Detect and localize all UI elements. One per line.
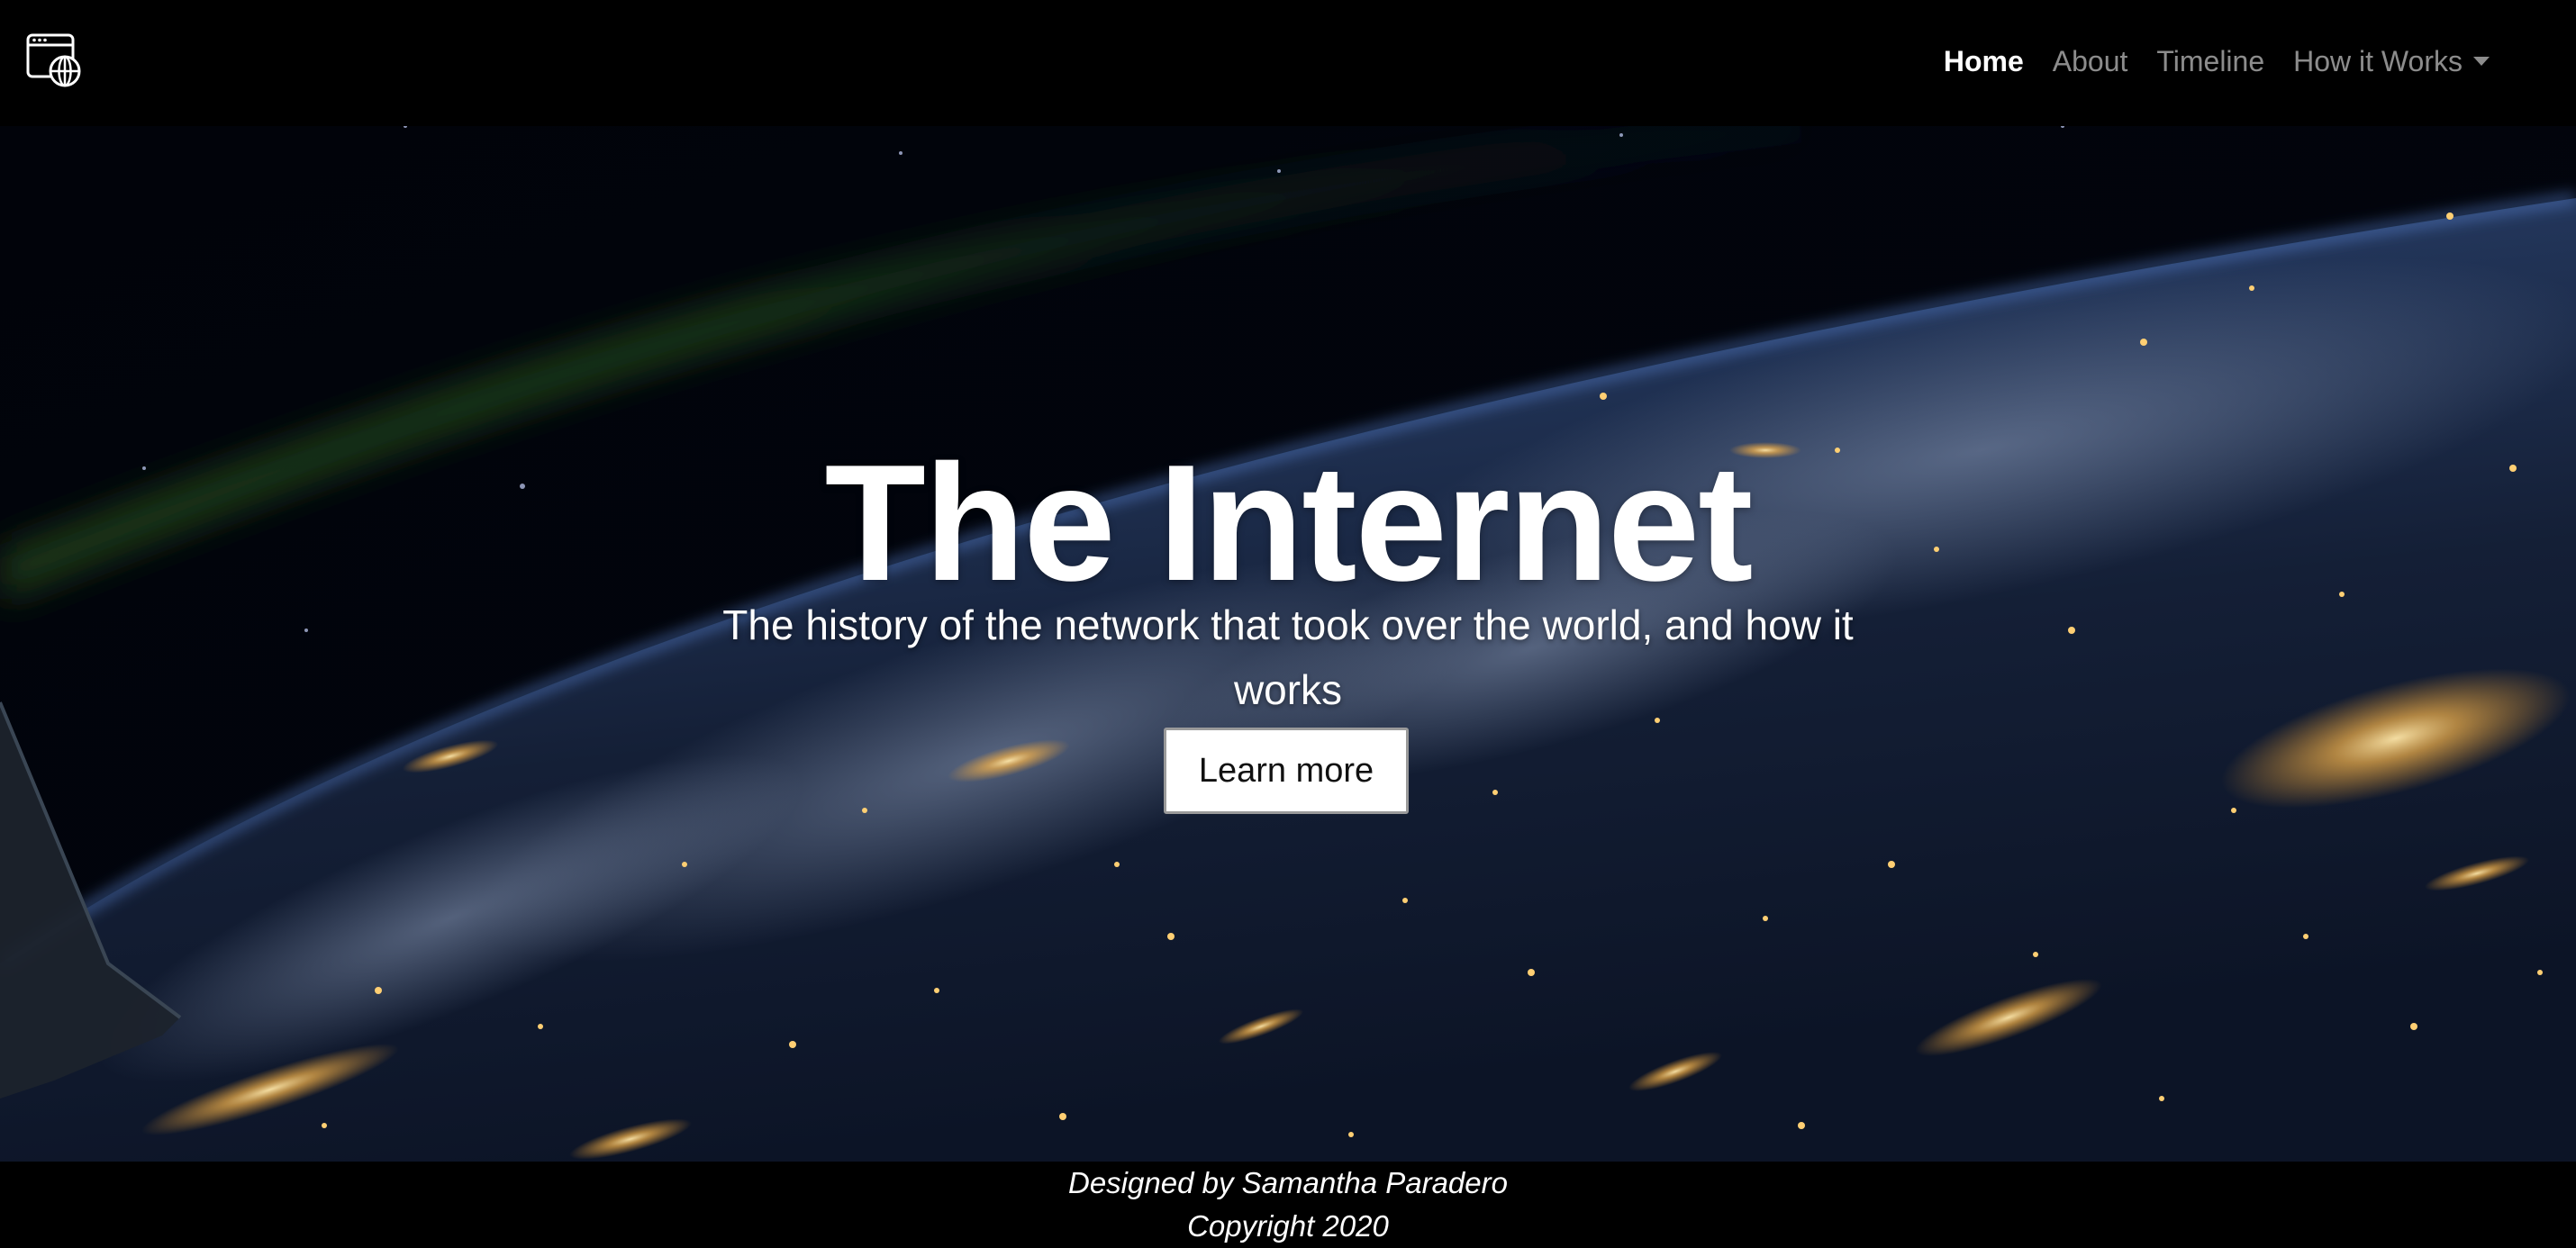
nav-item-home[interactable]: Home (1929, 40, 2038, 83)
hero-content: The Internet The history of the network … (0, 126, 2576, 1162)
hero-title: The Internet (824, 430, 1754, 615)
main-nav: Home About Timeline How it Works (1929, 40, 2504, 83)
nav-item-label: Timeline (2156, 45, 2265, 77)
nav-item-label: How it Works (2293, 45, 2463, 77)
footer-credit: Designed by Samantha Paradero (1068, 1166, 1508, 1199)
learn-more-button[interactable]: Learn more (1164, 728, 1409, 814)
nav-item-timeline[interactable]: Timeline (2142, 40, 2279, 83)
caret-down-icon (2473, 57, 2490, 66)
footer-copyright: Copyright 2020 (1187, 1209, 1389, 1243)
footer: Designed by Samantha Paradero Copyright … (0, 1162, 2576, 1248)
hero-section: The Internet The history of the network … (0, 126, 2576, 1162)
nav-item-label: Home (1943, 45, 2024, 77)
globe-window-icon (26, 33, 81, 87)
navbar: Home About Timeline How it Works (0, 0, 2576, 126)
brand-logo-link[interactable] (25, 31, 85, 90)
hero-subtitle: The history of the network that took ove… (722, 601, 1854, 713)
nav-item-label: About (2052, 45, 2128, 77)
nav-item-how-it-works-dropdown[interactable]: How it Works (2279, 40, 2504, 83)
nav-item-about[interactable]: About (2038, 40, 2143, 83)
